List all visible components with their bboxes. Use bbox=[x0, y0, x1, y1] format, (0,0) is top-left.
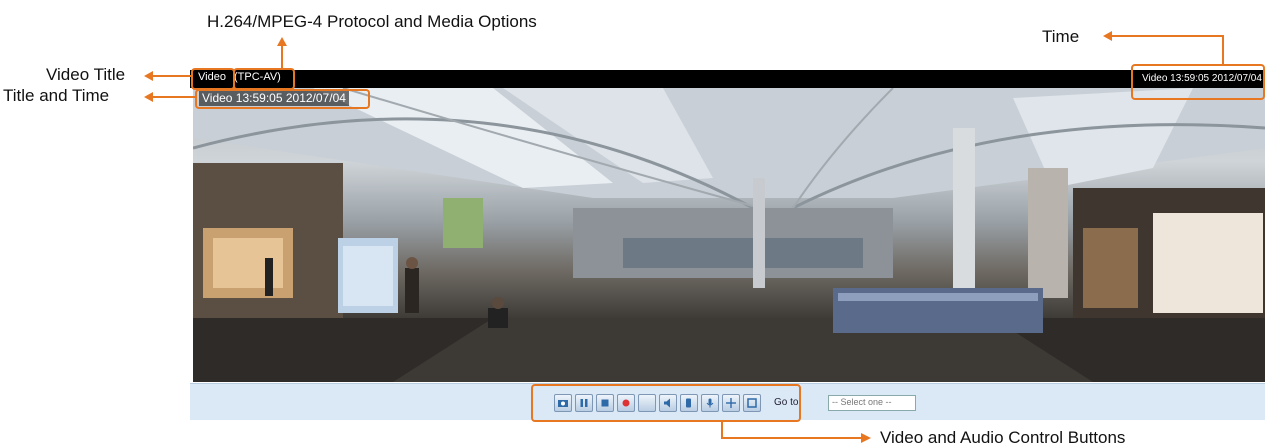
protocol-options-highlight bbox=[233, 68, 295, 90]
annotation-title-and-time: Title and Time bbox=[3, 86, 110, 105]
annotation-control-buttons: Video and Audio Control Buttons bbox=[880, 428, 1126, 447]
video-title-bar: Video (TPC-AV) Video 13:59:05 2012/07/04 bbox=[190, 70, 1265, 88]
control-buttons-highlight bbox=[531, 384, 801, 422]
goto-preset-select[interactable]: -- Select one -- bbox=[828, 395, 916, 411]
time-highlight bbox=[1131, 64, 1265, 100]
video-title-highlight bbox=[191, 68, 235, 90]
live-video-view[interactable]: Video 13:59:05 2012/07/04 bbox=[193, 88, 1265, 382]
annotation-protocol-options: H.264/MPEG-4 Protocol and Media Options bbox=[207, 12, 537, 31]
video-scene-image bbox=[193, 88, 1265, 382]
title-and-time-highlight bbox=[195, 89, 370, 109]
annotation-time: Time bbox=[1042, 27, 1080, 46]
annotation-video-title: Video Title bbox=[46, 65, 126, 84]
